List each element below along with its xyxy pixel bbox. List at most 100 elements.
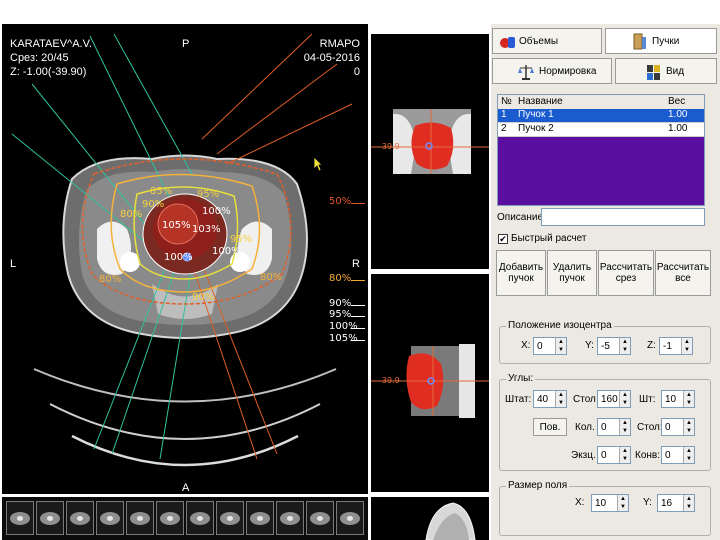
rotate-button[interactable]: Пов. xyxy=(533,418,567,436)
dose-label: 95% xyxy=(230,234,253,245)
table-input[interactable]: 160 ▲ ▼ xyxy=(597,390,631,408)
field-x-input[interactable]: 10 ▲ ▼ xyxy=(591,494,629,512)
coronal-view[interactable]: -39.9 xyxy=(371,34,489,269)
dose-label: 80% xyxy=(120,209,143,220)
calc-all-button[interactable]: Рассчитать все xyxy=(655,250,711,296)
add-beam-button[interactable]: Добавить пучок xyxy=(496,250,546,296)
gantry-label: Штат: xyxy=(505,394,532,405)
iso-z-label: Z: xyxy=(647,340,656,351)
field-size-title: Размер поля xyxy=(506,480,570,491)
sagittal-z-label: -39.9 xyxy=(379,376,400,385)
view-button[interactable]: Вид xyxy=(615,58,717,84)
table2-label: Стол: xyxy=(637,422,663,433)
isodose-legend-label: 90% xyxy=(329,298,352,309)
slice-thumbnail[interactable] xyxy=(36,501,64,535)
isodose-legend-label: 95% xyxy=(329,309,352,320)
normalization-button[interactable]: Нормировка xyxy=(492,58,612,84)
description-input[interactable] xyxy=(541,208,705,226)
beam-row[interactable]: 1 Пучок 1 1.00 xyxy=(498,109,704,123)
coronal-image xyxy=(371,109,489,174)
dose-label: 80% xyxy=(260,272,283,283)
field-y-input[interactable]: 16 ▲ ▼ xyxy=(657,494,695,512)
isodose-legend-line xyxy=(351,328,365,329)
beam-table-header[interactable]: Название xyxy=(518,96,563,107)
dose-label: 105% xyxy=(162,220,191,231)
iso-x-value: 0 xyxy=(537,341,543,352)
isocenter-title: Положение изоцентра xyxy=(506,320,614,331)
beam-cell-num: 2 xyxy=(501,123,507,134)
dose-label: 80% xyxy=(99,274,122,285)
tab-beams[interactable]: Пучки xyxy=(605,28,717,54)
tab-volumes-label: Объемы xyxy=(519,35,559,47)
volumes-icon xyxy=(500,37,515,48)
dose-label: 103% xyxy=(192,224,221,235)
fast-calc-label: Быстрый расчет xyxy=(511,233,587,244)
isodose-legend-line xyxy=(351,305,365,306)
beam-table-header[interactable]: Вес xyxy=(668,96,685,107)
beam-cell-weight: 1.00 xyxy=(668,123,688,134)
iso-y-input[interactable]: -5 ▲ ▼ xyxy=(597,337,631,355)
field-y-value: 16 xyxy=(661,498,673,509)
slice-thumbnail[interactable] xyxy=(126,501,154,535)
col-input[interactable]: 0 ▲ ▼ xyxy=(597,418,631,436)
isodose-legend-line xyxy=(351,203,365,204)
slice-thumbnail[interactable] xyxy=(186,501,214,535)
beam-cell-weight: 1.00 xyxy=(668,109,688,120)
isodose-legend-line xyxy=(351,316,365,317)
iso-x-label: X: xyxy=(521,340,531,351)
orientation-left: L xyxy=(10,258,17,270)
table2-input[interactable]: 0 ▲ ▼ xyxy=(661,418,695,436)
slice-thumbnail[interactable] xyxy=(306,501,334,535)
orientation-top: P xyxy=(182,38,190,50)
isodose-legend-label: 80% xyxy=(329,273,352,284)
normalization-label: Нормировка xyxy=(539,65,597,77)
slice-thumbnail[interactable] xyxy=(336,501,364,535)
table-value: 160 xyxy=(601,394,618,405)
ex-input[interactable]: 0 ▲ ▼ xyxy=(597,446,631,464)
slice-thumbnail[interactable] xyxy=(246,501,274,535)
iso-x-input[interactable]: 0 ▲ ▼ xyxy=(533,337,567,355)
axial-ct-view[interactable]: 80% 85% 90% 95% 100% 105% 103% 100% 80% … xyxy=(2,24,368,494)
conv-input[interactable]: 0 ▲ ▼ xyxy=(661,446,695,464)
slice-thumbnail-strip[interactable] xyxy=(2,497,368,540)
isodose-legend-line xyxy=(351,280,365,281)
beams-icon xyxy=(633,33,646,50)
angles-title: Углы: xyxy=(506,373,536,384)
gantry-value: 40 xyxy=(537,394,549,405)
fast-calc-checkbox[interactable]: ✔ xyxy=(498,234,508,244)
beam-table-header[interactable]: № xyxy=(501,96,512,107)
iso-y-value: -5 xyxy=(601,341,610,352)
control-panel: Объемы Пучки Нормировка Вид № Название Вес… xyxy=(491,24,720,540)
sagittal-view[interactable]: -39.9 xyxy=(371,274,489,492)
table2-value: 0 xyxy=(665,422,671,433)
slice-thumbnail[interactable] xyxy=(216,501,244,535)
slice-thumbnail[interactable] xyxy=(156,501,184,535)
slice-thumbnail[interactable] xyxy=(66,501,94,535)
orientation-right: R xyxy=(352,258,360,270)
dose-label: 100% xyxy=(164,252,193,263)
iso-z-input[interactable]: -1 ▲ ▼ xyxy=(659,337,693,355)
conv-value: 0 xyxy=(665,450,671,461)
beam-table[interactable]: № Название Вес 1 Пучок 1 1.00 2 Пучок 2 1.00 xyxy=(497,94,705,206)
dose-label: 85% xyxy=(150,186,173,197)
collimator-input[interactable]: 10 ▲ ▼ xyxy=(661,390,695,408)
3d-view[interactable] xyxy=(371,497,489,540)
iso-z-value: -1 xyxy=(663,341,672,352)
description-label: Описание: xyxy=(497,212,546,223)
table-label: Стол xyxy=(573,394,596,405)
delete-beam-button[interactable]: Удалить пучок xyxy=(547,250,597,296)
field-x-value: 10 xyxy=(595,498,607,509)
collimator-label: Шт: xyxy=(639,394,656,405)
slice-thumbnail[interactable] xyxy=(96,501,124,535)
tab-beams-label: Пучки xyxy=(652,35,680,47)
calc-slice-button[interactable]: Рассчитать срез xyxy=(598,250,654,296)
orientation-bottom: A xyxy=(182,482,190,494)
slice-thumbnail[interactable] xyxy=(276,501,304,535)
slice-thumbnail[interactable] xyxy=(6,501,34,535)
beam-row[interactable]: 2 Пучок 2 1.00 xyxy=(498,123,704,137)
patient-name: KARATAEV^A.V. xyxy=(10,38,92,50)
dose-label: 90% xyxy=(192,292,215,303)
gantry-input[interactable]: 40 ▲ ▼ xyxy=(533,390,567,408)
image-index: 0 xyxy=(353,66,360,78)
tab-volumes[interactable]: Объемы xyxy=(492,28,602,54)
